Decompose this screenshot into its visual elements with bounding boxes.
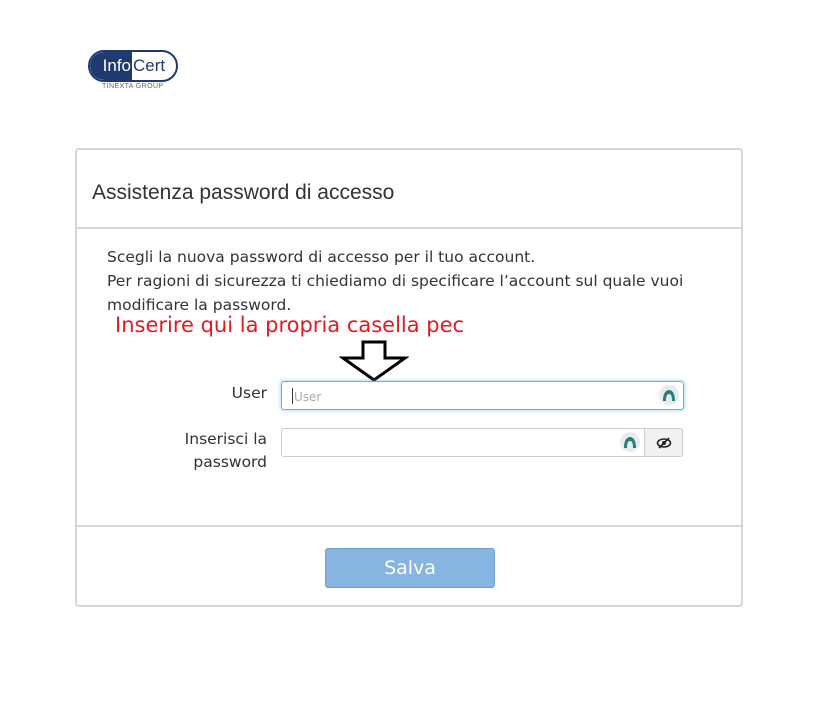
instructions: Scegli la nuova password di accesso per … [107,245,707,317]
eye-slash-icon [656,436,671,449]
save-button[interactable]: Salva [325,548,495,588]
page-title: Assistenza password di accesso [92,181,395,204]
password-label-line: password [193,453,267,471]
password-manager-icon[interactable] [659,385,679,405]
password-input[interactable] [292,433,651,455]
infocert-logo: Info Cert TINEXTA GROUP [88,50,182,96]
password-field[interactable] [281,428,651,457]
panel-footer-divider [77,525,741,527]
user-field[interactable] [281,381,684,410]
logo-badge: Info Cert [88,50,178,82]
instructions-line: Scegli la nuova password di accesso per … [107,248,536,266]
password-manager-icon[interactable] [620,432,640,452]
user-input[interactable] [292,386,651,408]
user-label: User [231,384,267,402]
instructions-line: Per ragioni di sicurezza ti chiediamo di… [107,272,684,290]
down-arrow-icon [339,340,409,382]
panel-header: Assistenza password di accesso [77,150,741,229]
annotation-text: Inserire qui la propria casella pec [115,313,465,337]
logo-text-cert: Cert [133,56,166,75]
logo-subtitle: TINEXTA GROUP [102,83,164,90]
password-assistance-panel: Assistenza password di accesso Scegli la… [75,148,743,607]
show-password-button[interactable] [645,428,683,457]
password-label: Inserisci la password [167,428,267,474]
logo-text-info: Info [90,52,132,80]
password-label-line: Inserisci la [184,430,267,448]
